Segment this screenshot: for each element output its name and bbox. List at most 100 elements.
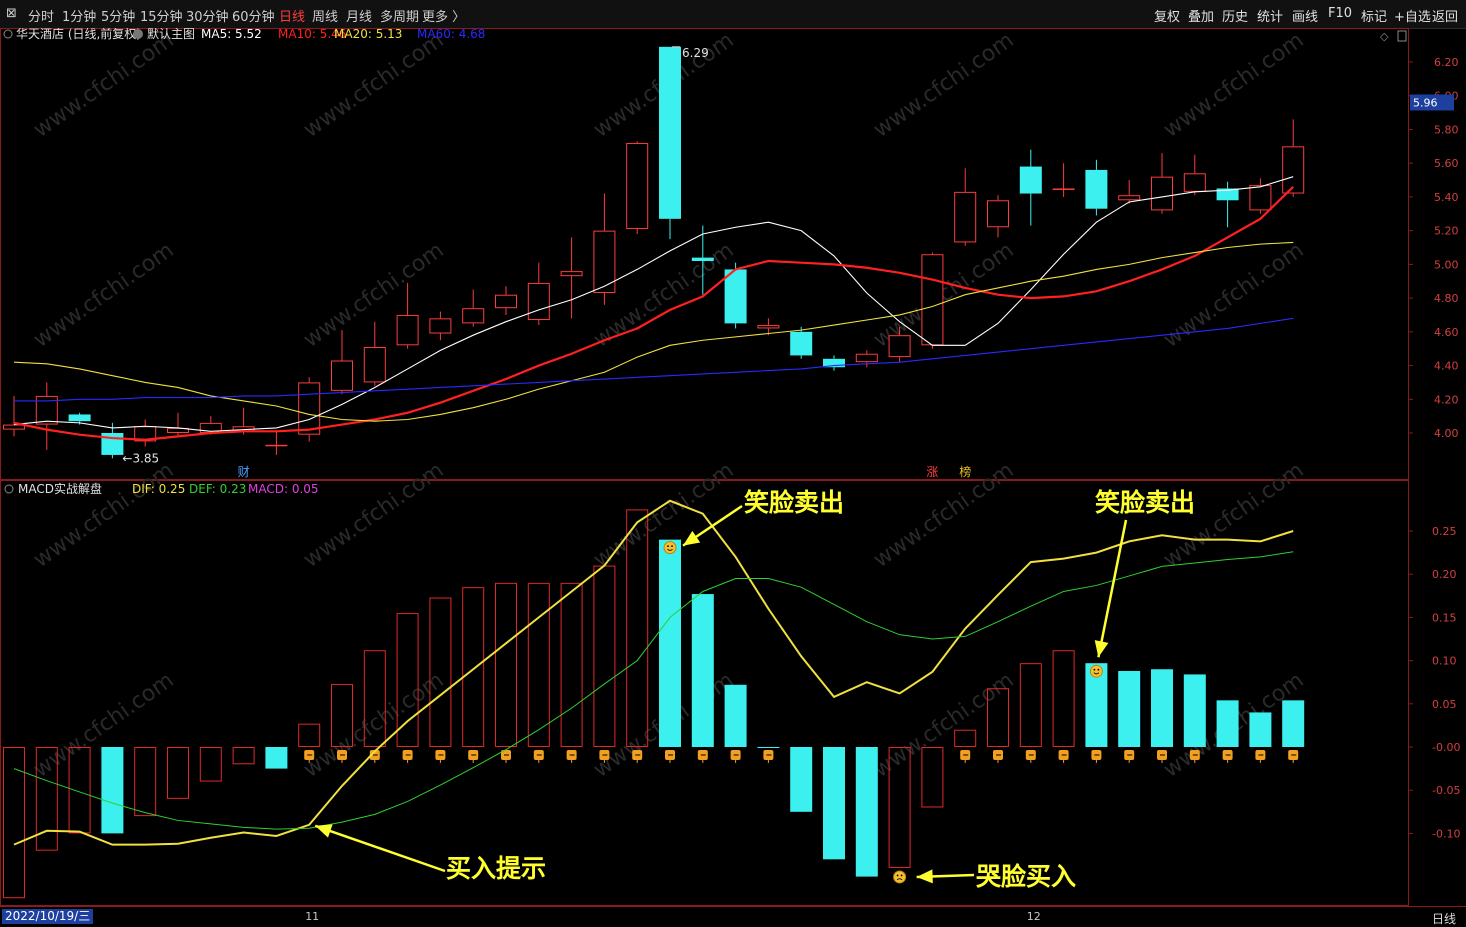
macd-bar <box>1019 663 1042 748</box>
period-tab-7[interactable]: 周线 <box>312 6 338 25</box>
annotation-arrow-sell-2-shaft <box>1097 519 1128 658</box>
candle-body <box>298 382 321 435</box>
y-tick-label: 4.20 <box>1434 393 1459 406</box>
candle <box>1085 159 1108 216</box>
menu-icon[interactable]: ⊠ <box>6 6 17 21</box>
candle <box>527 262 550 326</box>
macd-bar <box>954 729 977 747</box>
candle <box>363 321 386 386</box>
y-tick-label: 5.80 <box>1434 123 1459 136</box>
collapse-icon <box>3 29 13 39</box>
candle-body <box>363 346 386 383</box>
y-tick-label: 5.60 <box>1434 157 1459 170</box>
macd-bar <box>462 587 485 747</box>
macd-y-tick-label: -0.05 <box>1432 784 1460 797</box>
candle <box>1118 180 1141 204</box>
candle <box>134 419 157 447</box>
face-eye <box>671 545 673 548</box>
high-price-label: 6.29 <box>682 46 709 60</box>
watermark-text: www.cfchi.com <box>299 668 448 783</box>
face-eye <box>900 874 903 877</box>
candle <box>1249 178 1272 214</box>
toolbar-button-0[interactable]: 复权 <box>1154 6 1180 25</box>
macd-bar <box>134 747 157 817</box>
y-tick-label: 4.00 <box>1434 427 1459 440</box>
candle-body <box>855 353 878 363</box>
candle <box>593 193 616 305</box>
watermark-text: www.cfchi.com <box>29 458 178 573</box>
macd-bar <box>855 747 878 877</box>
candle-body <box>68 414 91 422</box>
period-tab-5[interactable]: 60分钟 <box>232 6 275 25</box>
candle-body <box>1282 146 1305 194</box>
face-eye <box>896 874 899 877</box>
candle <box>626 141 649 235</box>
candle-body <box>3 424 25 430</box>
candle-body <box>790 331 813 356</box>
watermark-text: www.cfchi.com <box>29 28 178 143</box>
candle <box>790 326 813 359</box>
x-month-tick-0: 11 <box>305 910 320 923</box>
toolbar-button-6[interactable]: 标记 <box>1361 6 1387 25</box>
candle-body <box>1019 166 1042 194</box>
toolbar-button-8[interactable]: 返回 <box>1432 6 1458 25</box>
candle <box>1183 154 1206 196</box>
candle-body <box>1151 176 1173 211</box>
macd-bar <box>724 684 747 747</box>
candle-body <box>1183 173 1206 192</box>
candle-body <box>921 254 944 346</box>
candle <box>659 46 681 240</box>
template-icon <box>133 29 143 39</box>
candle-body <box>626 142 649 229</box>
macd-bar <box>757 747 780 748</box>
period-tab-3[interactable]: 15分钟 <box>140 6 183 25</box>
macd-y-tick-label: 0.20 <box>1432 568 1457 581</box>
chart-marker-2: 榜 <box>959 464 971 479</box>
ma-label-3: MA60: 4.68 <box>417 28 485 41</box>
candle <box>724 262 747 329</box>
sub-panel-title: MACD实战解盘 <box>18 481 102 496</box>
stock-chart-app: 分时 1分钟 5分钟 15分钟 30分钟 60分钟 日线 周线 月线 多周期 更多 〉 ⊠ 复权 叠加 历史… <box>0 0 1466 927</box>
candle <box>987 195 1009 238</box>
macd-bar <box>101 747 124 834</box>
toolbar-button-4[interactable]: 画线 <box>1292 6 1318 25</box>
candle-body <box>396 314 419 346</box>
watermark-text: www.cfchi.com <box>869 668 1018 783</box>
candle-body <box>659 46 681 219</box>
macd-bar <box>232 747 255 765</box>
x-month-tick-1: 12 <box>1026 910 1041 923</box>
annotation-buy-hint: 买入提示 <box>446 854 546 883</box>
period-label[interactable]: 日线 <box>1432 910 1456 927</box>
toolbar-button-1[interactable]: 叠加 <box>1188 6 1214 25</box>
low-price-label: ←3.85 <box>122 451 159 465</box>
macd-bar <box>659 539 681 747</box>
toolbar-button-7[interactable]: +自选 <box>1394 6 1431 25</box>
toolbar-button-5[interactable]: F10 <box>1328 6 1352 21</box>
sub-panel-header: MACD实战解盘 DIF: 0.25 DEF: 0.23 MACD: 0.05 <box>4 481 319 496</box>
panel-toggle-icon <box>1397 30 1407 42</box>
smile-face-icon <box>663 541 677 555</box>
period-tab-2[interactable]: 5分钟 <box>101 6 135 25</box>
macd-bar <box>527 582 550 748</box>
macd-bar <box>199 747 222 782</box>
toolbar-button-2[interactable]: 历史 <box>1222 6 1248 25</box>
macd-bar <box>560 582 583 748</box>
candle <box>495 286 517 315</box>
toolbar-button-3[interactable]: 统计 <box>1257 6 1283 25</box>
period-tab-6[interactable]: 日线 <box>279 6 305 25</box>
period-tab-9[interactable]: 多周期 <box>380 6 419 25</box>
period-tab-8[interactable]: 月线 <box>346 6 372 25</box>
candle-body <box>593 230 616 294</box>
period-tab-0[interactable]: 分时 <box>28 6 54 25</box>
candle <box>823 355 845 371</box>
candle-body <box>462 308 485 324</box>
macd-bar <box>921 747 944 808</box>
candle <box>921 252 944 349</box>
period-tab-1[interactable]: 1分钟 <box>62 6 96 25</box>
ma-line-ma60 <box>14 317 1294 402</box>
macd-bar <box>1183 674 1206 747</box>
period-tab-4[interactable]: 30分钟 <box>186 6 229 25</box>
period-tab-10[interactable]: 更多 〉 <box>422 6 465 25</box>
ma-line-ma20 <box>13 241 1294 422</box>
candle-body <box>527 282 550 321</box>
